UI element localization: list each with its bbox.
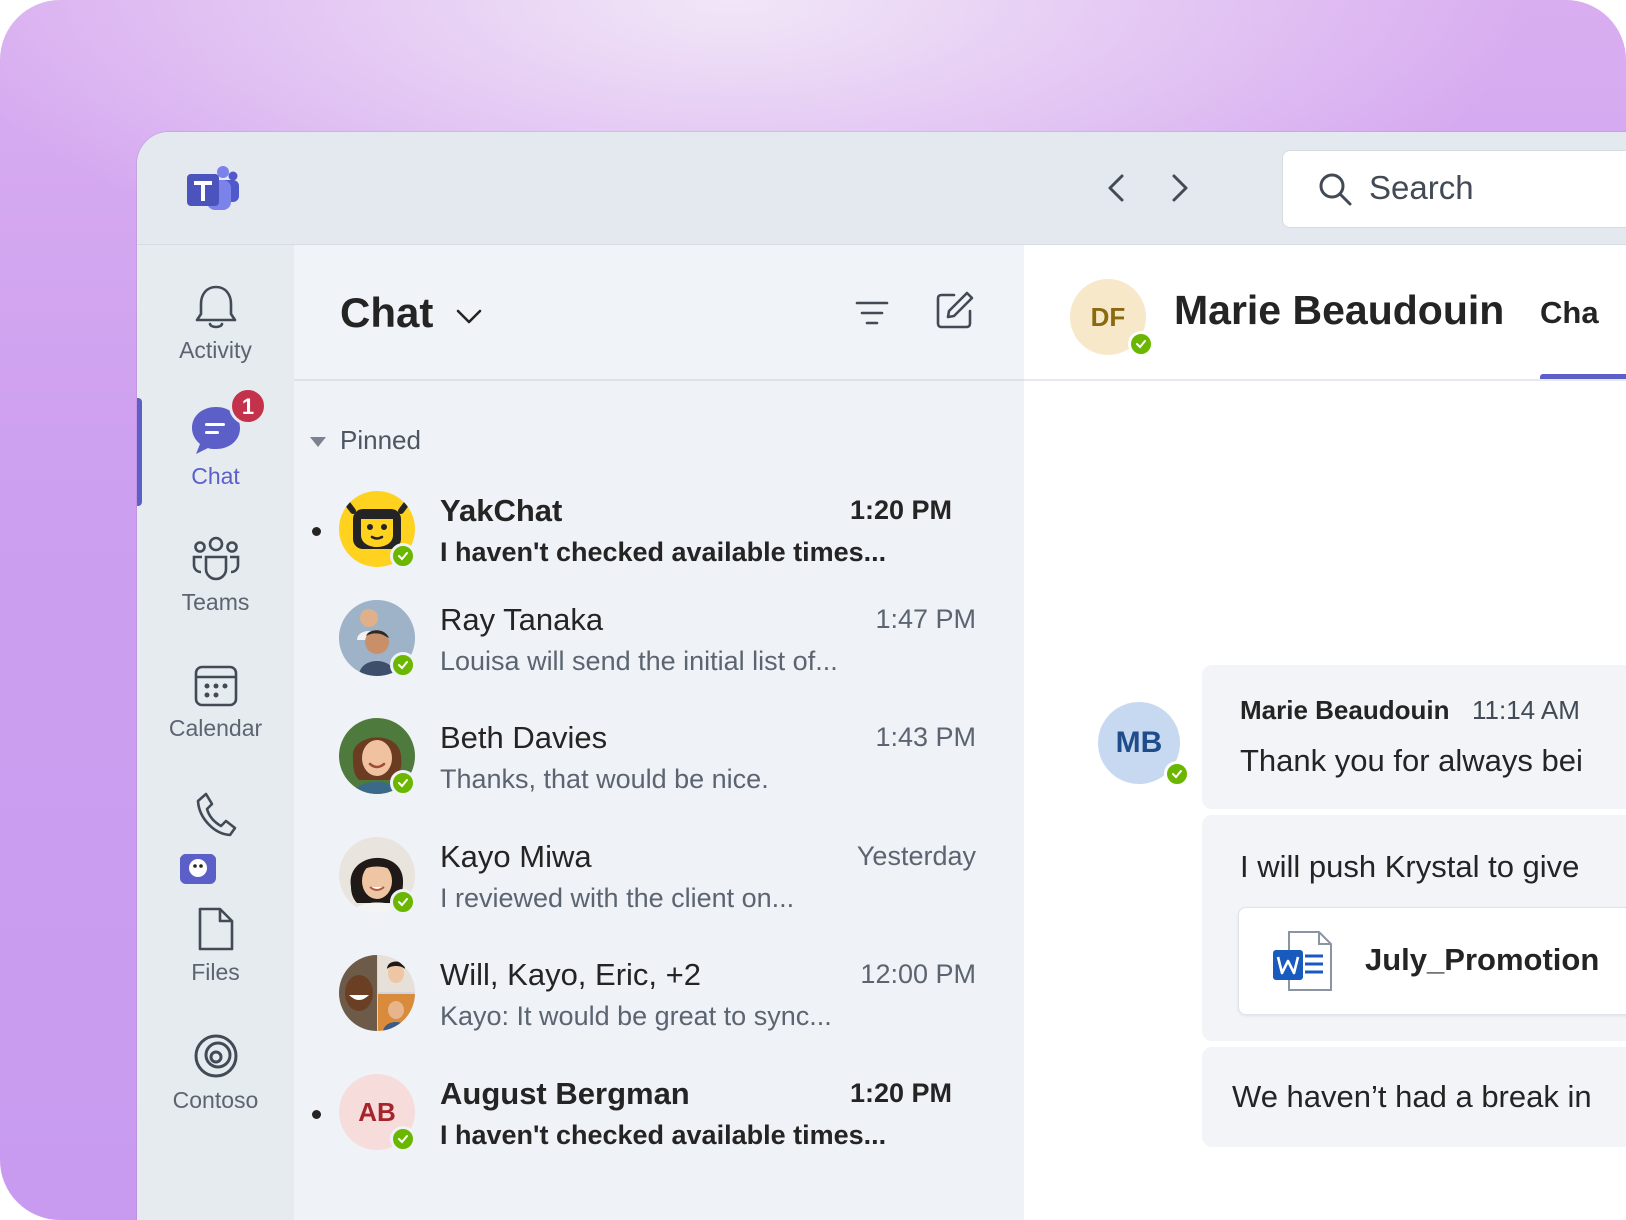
rail-item-contoso[interactable]: Contoso: [137, 1031, 294, 1114]
group-photo-icon: [339, 955, 415, 1031]
title-bar: Search: [137, 132, 1626, 245]
chat-row-name: Will, Kayo, Eric, +2: [440, 957, 701, 992]
filter-icon[interactable]: [854, 297, 890, 329]
search-placeholder: Search: [1369, 169, 1474, 206]
calendar-icon: [194, 665, 237, 707]
chat-row-yakchat[interactable]: YakChat 1:20 PM I haven't checked availa…: [294, 491, 1024, 601]
chat-unread-badge: 1: [229, 387, 267, 425]
rail-item-calendar[interactable]: Calendar: [137, 663, 294, 742]
rail-label-chat: Chat: [191, 463, 240, 489]
presence-available-icon: [1128, 331, 1154, 357]
chat-row-name: Beth Davies: [440, 720, 608, 755]
pinned-label: Pinned: [340, 425, 421, 455]
chevron-down-icon[interactable]: [454, 305, 484, 327]
file-icon: [198, 907, 233, 951]
conversation-pane: DF Marie Beaudouin Cha MB Marie Beaudoui…: [1024, 245, 1626, 1220]
presence-available-icon: [390, 770, 416, 796]
teams-logo-icon: [187, 166, 239, 210]
chat-row-preview: Thanks, that would be nice.: [440, 764, 769, 794]
chat-row-name: YakChat: [440, 493, 563, 528]
chat-row-preview: I reviewed with the client on...: [440, 883, 795, 913]
conversation-header: DF Marie Beaudouin Cha: [1024, 245, 1626, 381]
unread-indicator: [312, 527, 321, 536]
file-attachment[interactable]: July_Promotion: [1238, 907, 1626, 1015]
chat-row-group[interactable]: Will, Kayo, Eric, +2 12:00 PM Kayo: It w…: [294, 955, 1024, 1065]
chat-row-name: August Bergman: [440, 1076, 690, 1111]
presence-available-icon: [390, 889, 416, 915]
presence-available-icon: [390, 1126, 416, 1152]
rail-label-activity: Activity: [179, 337, 252, 363]
active-tab-indicator: [1540, 374, 1626, 379]
rail-item-chat[interactable]: 1 Chat: [137, 387, 294, 490]
message-bubble[interactable]: We haven’t had a break in: [1202, 1047, 1626, 1147]
app-rail: Activity 1 Chat Teams Calendar Files Con…: [137, 245, 294, 1220]
phone-icon: [196, 792, 236, 837]
rail-label-files: Files: [191, 959, 240, 985]
presence-available-icon: [390, 543, 416, 569]
chat-row-time: 1:20 PM: [849, 495, 952, 525]
chat-row-name: Ray Tanaka: [440, 602, 604, 637]
chat-list-title[interactable]: Chat: [340, 289, 433, 337]
message-time: 11:14 AM: [1472, 695, 1580, 725]
message-text: Thank you for always bei: [1240, 743, 1583, 778]
chat-row-name: Kayo Miwa: [440, 839, 592, 874]
back-button[interactable]: [1097, 168, 1137, 208]
contoso-icon: [194, 1034, 237, 1078]
yakchat-app-icon[interactable]: [137, 850, 276, 886]
chat-row-time: 12:00 PM: [860, 959, 976, 989]
chat-row-ray-tanaka[interactable]: Ray Tanaka 1:47 PM Louisa will send the …: [294, 600, 1024, 710]
presence-available-icon: [390, 652, 416, 678]
message-text: We haven’t had a break in: [1232, 1079, 1592, 1114]
word-file-icon: [1273, 931, 1332, 991]
search-input[interactable]: Search: [1282, 150, 1626, 228]
tab-chat[interactable]: Cha: [1540, 295, 1599, 331]
chat-row-august-bergman[interactable]: AB August Bergman 1:20 PM I haven't chec…: [294, 1074, 1024, 1184]
presence-available-icon: [1164, 761, 1190, 787]
chat-row-preview: I haven't checked available times...: [440, 1120, 887, 1150]
rail-label-teams: Teams: [181, 589, 250, 615]
conversation-title: Marie Beaudouin: [1174, 287, 1505, 333]
teams-icon: [192, 536, 239, 581]
chat-row-kayo-miwa[interactable]: Kayo Miwa Yesterday I reviewed with the …: [294, 837, 1024, 947]
teams-window: Search Activity 1 Chat Teams Calendar Fi…: [137, 132, 1626, 1220]
file-name: July_Promotion: [1365, 942, 1600, 977]
rail-item-calls[interactable]: [137, 790, 294, 838]
caret-down-icon: [310, 437, 326, 447]
chat-row-preview: I haven't checked available times...: [440, 537, 887, 567]
chat-row-preview: Louisa will send the initial list of...: [440, 646, 838, 676]
new-chat-icon[interactable]: [934, 289, 976, 331]
chat-row-preview: Kayo: It would be great to sync...: [440, 1001, 832, 1031]
chat-row-time: 1:47 PM: [875, 604, 976, 634]
rail-item-activity[interactable]: Activity: [137, 283, 294, 364]
message-text: I will push Krystal to give: [1240, 849, 1580, 884]
chat-list-header: Chat: [294, 245, 1024, 381]
avatar: [339, 955, 415, 1031]
message-sender: Marie Beaudouin: [1240, 695, 1450, 725]
forward-button[interactable]: [1159, 168, 1199, 208]
bell-icon: [195, 285, 236, 329]
chat-row-time: 1:43 PM: [875, 722, 976, 752]
search-icon: [1319, 173, 1352, 206]
rail-label-calendar: Calendar: [168, 715, 263, 741]
rail-item-files[interactable]: Files: [137, 905, 294, 986]
rail-item-teams[interactable]: Teams: [137, 535, 294, 616]
rail-label-contoso: Contoso: [172, 1087, 259, 1113]
unread-indicator: [312, 1110, 321, 1119]
yak-icon: [179, 853, 216, 884]
message-bubble[interactable]: Marie Beaudouin 11:14 AM Thank you for a…: [1202, 665, 1626, 809]
message-bubble[interactable]: I will push Krystal to give July_Promoti…: [1202, 815, 1626, 1041]
chat-row-beth-davies[interactable]: Beth Davies 1:43 PM Thanks, that would b…: [294, 718, 1024, 828]
chat-list-pane: Chat Pinned YakChat 1:20 PM I haven't ch…: [294, 245, 1024, 1220]
chat-row-time: 1:20 PM: [849, 1078, 952, 1108]
chat-row-time: Yesterday: [856, 841, 976, 871]
